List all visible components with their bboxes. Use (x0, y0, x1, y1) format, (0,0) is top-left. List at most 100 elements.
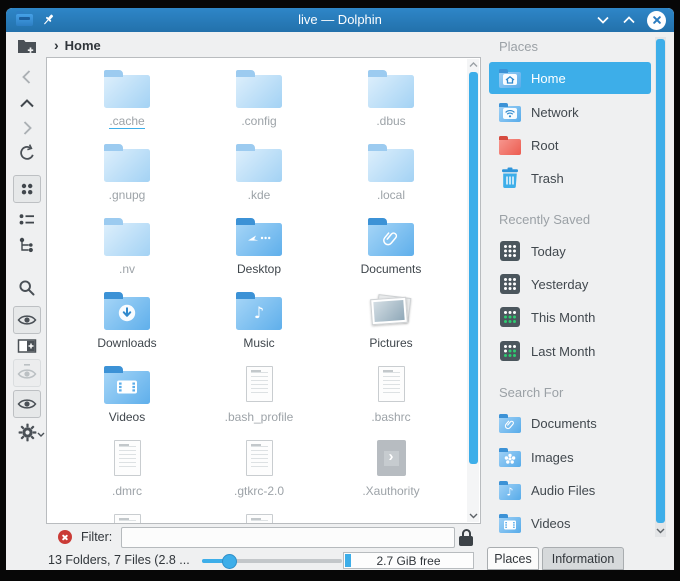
eye-disabled-icon (17, 364, 37, 379)
calendar-green-icon (497, 338, 523, 364)
file-name: Downloads (97, 336, 157, 350)
sidebar-item-today[interactable]: Today (489, 235, 651, 267)
text-file-icon (113, 440, 141, 476)
filter-input[interactable] (121, 527, 455, 548)
places-scrollbar[interactable] (655, 37, 666, 537)
show-hidden-files-button[interactable] (13, 390, 41, 418)
hidden-folder-icon (236, 143, 282, 182)
scroll-up-icon[interactable] (467, 59, 479, 71)
text-file-icon (245, 440, 273, 476)
file-name: .cache (109, 114, 145, 129)
lock-icon[interactable] (459, 529, 473, 546)
sidebar-item-trash[interactable]: Trash (489, 162, 651, 194)
downloads-folder-icon (104, 291, 150, 330)
file-item-partial[interactable] (61, 508, 193, 523)
hidden-folder-icon (104, 143, 150, 182)
minimize-button[interactable] (594, 12, 612, 28)
sidebar-item-images[interactable]: Images (489, 441, 651, 473)
back-button[interactable] (13, 63, 41, 91)
scroll-down-icon[interactable] (467, 510, 479, 522)
scroll-down-icon[interactable] (654, 525, 666, 537)
trash-icon (497, 165, 523, 191)
scrollbar-thumb[interactable] (468, 72, 478, 464)
videos-folder-icon (497, 510, 523, 536)
file-item[interactable]: Videos (61, 360, 193, 434)
file-item[interactable]: .config (193, 64, 325, 138)
sidebar-item-videos[interactable]: Videos (489, 507, 651, 539)
file-view-scrollbar[interactable] (467, 59, 479, 522)
tab-places[interactable]: Places (487, 547, 539, 570)
eye-icon (17, 315, 37, 325)
close-button[interactable] (647, 10, 666, 30)
file-name: .bashrc (371, 410, 411, 424)
scrollbar-thumb[interactable] (656, 39, 665, 523)
calendar-icon (497, 271, 523, 297)
forward-button[interactable] (13, 114, 41, 142)
clear-filter-icon[interactable] (58, 530, 72, 544)
file-item[interactable]: › .Xauthority (325, 434, 457, 508)
calendar-icon (497, 238, 523, 264)
sidebar-item-yesterday[interactable]: Yesterday (489, 268, 651, 300)
file-item[interactable]: Pictures (325, 286, 457, 360)
preview-toggle-button[interactable] (13, 306, 41, 334)
file-item[interactable]: Documents (325, 212, 457, 286)
sidebar-item-this-month[interactable]: This Month (489, 301, 651, 333)
file-item[interactable]: .local (325, 138, 457, 212)
file-item[interactable]: .bashrc (325, 360, 457, 434)
sidebar-item-last-month[interactable]: Last Month (489, 335, 651, 367)
section-header-search: Search For (499, 385, 564, 400)
file-item[interactable]: .dmrc (61, 434, 193, 508)
refresh-button[interactable] (13, 139, 41, 167)
file-name: .local (376, 188, 405, 202)
gear-icon (18, 423, 36, 441)
sidebar-item-audio-files[interactable]: ♪ Audio Files (489, 474, 651, 506)
music-note-icon: ♪ (253, 303, 265, 322)
settings-menu-button[interactable] (13, 418, 45, 446)
sidebar-item-network[interactable]: Network (489, 96, 651, 128)
sidebar-item-root[interactable]: Root (489, 129, 651, 161)
details-view-button[interactable] (13, 231, 41, 259)
file-item[interactable]: .bash_profile (193, 360, 325, 434)
filter-bar: Filter: (46, 527, 481, 549)
file-item[interactable]: ♪ Music (193, 286, 325, 360)
split-view-button[interactable] (13, 332, 41, 360)
items-summary: 13 Folders, 7 Files (2.8 ... (48, 553, 190, 567)
file-grid: .cache .config .dbus .gnupg .kde .local … (61, 64, 457, 523)
up-button[interactable] (13, 89, 41, 117)
file-item[interactable]: .cache (61, 64, 193, 138)
create-new-folder-button[interactable] (13, 32, 41, 60)
file-item[interactable]: .dbus (325, 64, 457, 138)
eye-icon (17, 399, 37, 409)
search-button[interactable] (13, 274, 41, 302)
file-name: .nv (118, 262, 135, 276)
file-view[interactable]: .cache .config .dbus .gnupg .kde .local … (46, 57, 481, 524)
text-file-icon (113, 514, 141, 523)
file-item[interactable]: Downloads (61, 286, 193, 360)
file-item[interactable]: .nv (61, 212, 193, 286)
chevron-up-icon (20, 99, 34, 108)
text-file-icon (377, 366, 405, 402)
file-name: .kde (247, 188, 271, 202)
file-item[interactable]: Desktop (193, 212, 325, 286)
titlebar[interactable]: live — Dolphin (6, 8, 674, 32)
breadcrumb[interactable]: › Home (54, 36, 101, 54)
zoom-slider-handle[interactable] (222, 553, 237, 569)
section-header-recent: Recently Saved (499, 212, 591, 227)
maximize-button[interactable] (620, 12, 638, 28)
tab-information[interactable]: Information (542, 547, 624, 570)
sidebar-item-home[interactable]: Home (489, 62, 651, 94)
file-item[interactable]: .gtkrc-2.0 (193, 434, 325, 508)
icons-view-button[interactable] (13, 175, 41, 203)
free-space-label: 2.7 GiB free (376, 554, 441, 568)
file-item[interactable]: .gnupg (61, 138, 193, 212)
file-item-partial[interactable] (193, 508, 325, 523)
hidden-folder-icon (104, 69, 150, 108)
breadcrumb-home[interactable]: Home (65, 38, 101, 53)
hidden-files-dimmed-button[interactable] (13, 359, 41, 387)
compact-view-button[interactable] (13, 206, 41, 234)
breadcrumb-chevron-icon: › (54, 37, 59, 53)
sidebar-item-documents[interactable]: Documents (489, 407, 651, 439)
file-item[interactable]: .kde (193, 138, 325, 212)
zoom-slider[interactable] (202, 551, 342, 570)
file-name: .bash_profile (224, 410, 294, 424)
